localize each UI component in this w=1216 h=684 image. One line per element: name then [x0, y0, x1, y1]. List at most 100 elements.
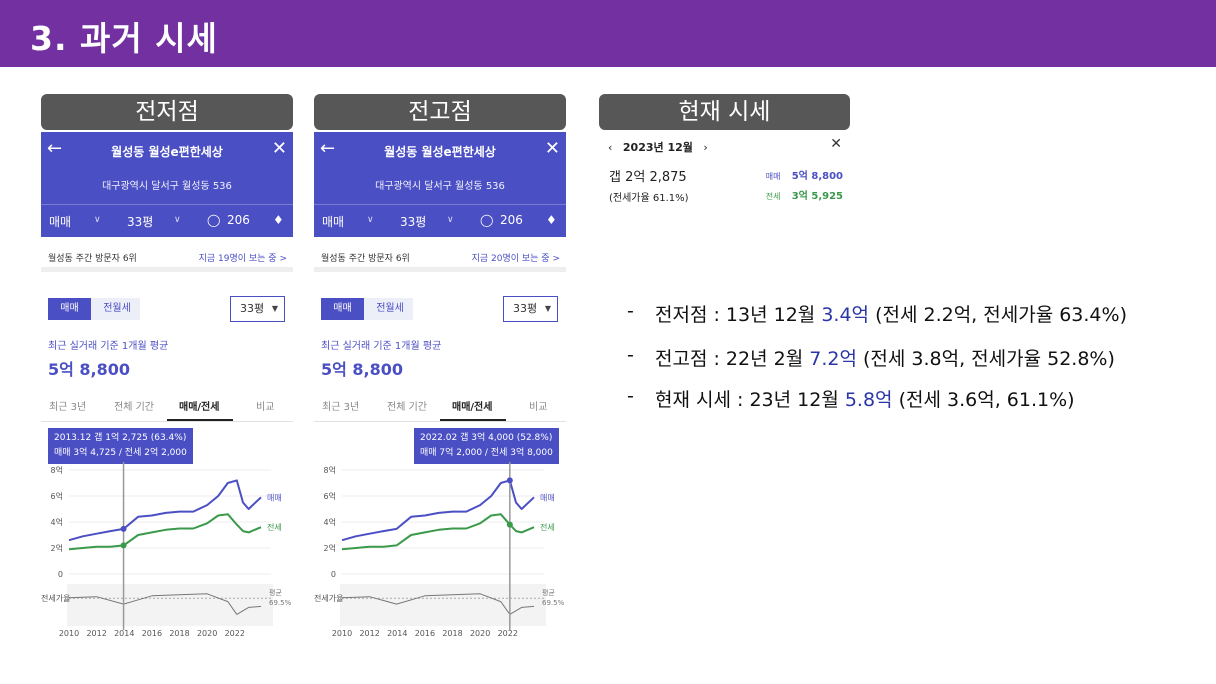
chevron-down-icon: ∨ — [367, 215, 374, 225]
chevron-down-icon: ∨ — [94, 215, 101, 225]
bullet-dash: - — [627, 300, 634, 322]
x-tick-label: 2018 — [169, 629, 189, 638]
ratio-label: 전세가율 — [314, 593, 343, 603]
legend-rent: 전세 — [540, 522, 555, 532]
note-text: 전고점 : 22년 2월 — [655, 348, 810, 370]
trade-type-select[interactable]: 매매 — [322, 213, 344, 230]
x-tick-label: 2016 — [415, 629, 435, 638]
next-month-icon[interactable]: › — [703, 141, 707, 154]
dropdown-triangle-icon: ▼ — [544, 304, 551, 313]
complex-address: 대구광역시 달서구 월성동 536 — [375, 181, 505, 192]
size-dropdown-value: 33평 — [513, 302, 538, 315]
filter-bar: 매매 ∨ 33평 ∨ ◯ 206 ♦ — [41, 204, 293, 237]
prev-month-icon[interactable]: ‹ — [608, 141, 612, 154]
active-tab-underline — [440, 419, 506, 421]
bell-icon[interactable]: ♦ — [273, 213, 284, 227]
tab-recent-3y[interactable]: 최근 3년 — [322, 398, 359, 413]
bullet-dash: - — [627, 385, 634, 407]
x-tick-label: 2016 — [142, 629, 162, 638]
x-tick-label: 2012 — [86, 629, 106, 638]
size-select[interactable]: 33평 — [127, 213, 153, 230]
note-text: 전저점 : 13년 12월 — [655, 304, 822, 326]
trade-toggle: 매매 전월세 — [321, 298, 413, 320]
tooltip-line-2: 매매 3억 4,725 / 전세 2억 2,000 — [54, 448, 187, 458]
caption-current: 현재 시세 — [599, 94, 850, 130]
trade-toggle: 매매 전월세 — [48, 298, 140, 320]
chart-tooltip: 2022.02 갭 3억 4,000 (52.8%) 매매 7억 2,000 /… — [414, 428, 559, 464]
app-header: ← 월성동 월성e편한세상 ✕ 대구광역시 달서구 월성동 536 매매 ∨ 3… — [41, 132, 293, 237]
filter-bar: 매매 ∨ 33평 ∨ ◯ 206 ♦ — [314, 204, 566, 237]
toggle-rent[interactable]: 전월세 — [367, 298, 413, 320]
visitors-now-link[interactable]: 지금 20명이 보는 중 > — [472, 251, 560, 264]
month-nav: ‹ 2023년 12월 › — [608, 139, 708, 155]
note-highlight: 7.2억 — [809, 348, 857, 370]
legend-rent: 전세 — [267, 522, 282, 532]
slide-title: 3. 과거 시세 — [30, 19, 218, 58]
ratio-strip — [340, 584, 546, 626]
rent-series-line — [68, 513, 262, 551]
tooltip-line-1: 2022.02 갭 3억 4,000 (52.8%) — [420, 433, 553, 443]
x-tick-label: 2010 — [332, 629, 352, 638]
avg-label: 평균 — [542, 588, 555, 597]
close-icon[interactable]: ✕ — [545, 138, 560, 159]
visit-rank: 월성동 주간 방문자 6위 — [321, 254, 410, 264]
price-chart[interactable]: 8억 6억 4억 2억 0 2010 2012 2014 2016 2018 2020 2022 매매전… — [314, 462, 566, 642]
gap-amount: 갭 2억 2,875 — [609, 170, 687, 185]
tab-all-period[interactable]: 전체 기간 — [387, 398, 427, 413]
comment-count: 206 — [500, 213, 523, 227]
sale-value: 5억 8,800 — [791, 171, 843, 182]
note-highlight: 5.8억 — [844, 389, 893, 411]
toggle-rent[interactable]: 전월세 — [94, 298, 140, 320]
tab-all-period[interactable]: 전체 기간 — [114, 398, 154, 413]
comment-icon[interactable]: ◯ — [480, 213, 493, 227]
ratio-label: 전세가율 — [41, 593, 70, 603]
ratio-strip — [67, 584, 273, 626]
visitor-row: 월성동 주간 방문자 6위 지금 20명이 보는 중 > — [314, 242, 566, 272]
rent-marker-point — [506, 521, 513, 528]
tab-compare[interactable]: 비교 — [256, 398, 274, 413]
tab-sale-rent[interactable]: 매매/전세 — [179, 398, 219, 413]
size-dropdown[interactable]: 33평 ▼ — [503, 296, 558, 322]
complex-title: 월성동 월성e편한세상 — [384, 145, 496, 159]
caption-high: 전고점 — [314, 94, 566, 130]
rent-marker-point — [120, 542, 127, 549]
dropdown-triangle-icon: ▼ — [271, 304, 278, 313]
avg-ratio-value: 69.5% — [269, 599, 292, 607]
visitors-now-link[interactable]: 지금 19명이 보는 중 > — [199, 251, 287, 264]
comment-count: 206 — [227, 213, 250, 227]
x-tick-label: 2014 — [114, 629, 134, 638]
sale-row: 매매 5억 8,800 — [766, 167, 843, 182]
avg-price: 5억 8,800 — [321, 360, 404, 379]
rent-value: 3억 5,925 — [791, 191, 843, 202]
y-tick-label: 6억 — [324, 491, 336, 501]
toggle-sale[interactable]: 매매 — [321, 298, 364, 320]
y-tick-label: 0 — [331, 570, 336, 579]
current-month: 2023년 12월 — [622, 141, 693, 154]
tab-compare[interactable]: 비교 — [529, 398, 547, 413]
sale-series-line — [68, 479, 262, 542]
avg-caption: 최근 실거래 기준 1개월 평균 — [48, 341, 169, 352]
tab-sale-rent[interactable]: 매매/전세 — [452, 398, 492, 413]
close-icon[interactable]: ✕ — [830, 136, 842, 152]
bell-icon[interactable]: ♦ — [546, 213, 557, 227]
close-icon[interactable]: ✕ — [272, 138, 287, 159]
tab-recent-3y[interactable]: 최근 3년 — [49, 398, 86, 413]
slide-title-bar: 3. 과거 시세 — [0, 0, 1216, 67]
avg-price: 5억 8,800 — [48, 360, 131, 379]
comment-icon[interactable]: ◯ — [207, 213, 220, 227]
sale-series-line — [341, 479, 535, 542]
screenshot-high: ← 월성동 월성e편한세상 ✕ 대구광역시 달서구 월성동 536 매매 ∨ 3… — [314, 132, 566, 642]
size-dropdown[interactable]: 33평 ▼ — [230, 296, 285, 322]
price-chart[interactable]: 8억 6억 4억 2억 0 2010 2012 2014 2016 2018 2020 2022 매매전… — [41, 462, 293, 642]
x-tick-label: 2012 — [359, 629, 379, 638]
toggle-sale[interactable]: 매매 — [48, 298, 91, 320]
note-text: (전세 3.6억, 61.1%) — [892, 389, 1075, 411]
trade-type-select[interactable]: 매매 — [49, 213, 71, 230]
size-select[interactable]: 33평 — [400, 213, 426, 230]
jeonse-ratio: (전세가율 61.1%) — [609, 193, 689, 204]
period-tabs: 최근 3년 전체 기간 매매/전세 비교 — [314, 390, 566, 422]
x-tick-label: 2020 — [470, 629, 490, 638]
y-tick-label: 6억 — [51, 491, 63, 501]
bullet-dash: - — [627, 344, 634, 366]
chevron-down-icon: ∨ — [174, 215, 181, 225]
